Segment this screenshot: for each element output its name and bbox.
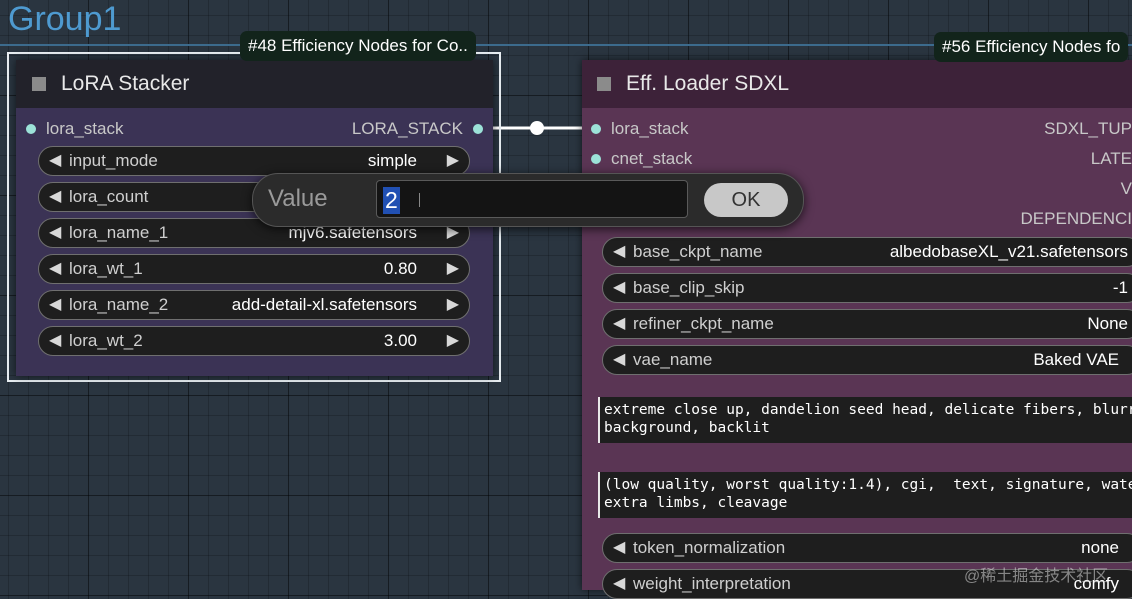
decrement-arrow-icon[interactable]: ◀ — [613, 310, 625, 338]
decrement-arrow-icon[interactable]: ◀ — [613, 346, 625, 374]
value-label: Value — [268, 185, 328, 212]
input-slot-label: lora_stack — [46, 119, 124, 138]
collapse-toggle-icon[interactable] — [597, 77, 611, 91]
increment-arrow-icon[interactable]: ▶ — [447, 291, 459, 319]
widget-value: None — [1087, 314, 1128, 333]
widget-label: weight_interpretation — [633, 574, 791, 593]
positive-prompt-textarea[interactable]: extreme close up, dandelion seed head, d… — [598, 397, 1132, 443]
decrement-arrow-icon[interactable]: ◀ — [613, 570, 625, 598]
value-input-text[interactable]: 2 — [383, 187, 400, 214]
output-slot-label: LORA_STACK — [351, 119, 463, 138]
widget-label: lora_name_1 — [69, 223, 169, 242]
widget-label: base_ckpt_name — [633, 242, 763, 261]
input-slot-icon[interactable] — [591, 124, 601, 134]
decrement-arrow-icon[interactable]: ◀ — [613, 238, 625, 266]
collapse-toggle-icon[interactable] — [32, 77, 46, 91]
widget-label: lora_wt_1 — [69, 259, 143, 278]
input-slot-label: lora_stack — [611, 119, 689, 138]
widget-label: input_mode — [69, 151, 158, 170]
widget-label: token_normalization — [633, 538, 786, 557]
widget-label: base_clip_skip — [633, 278, 745, 297]
widget-token-normalization[interactable]: ◀ token_normalization none — [602, 533, 1132, 563]
widget-value: none — [1081, 538, 1119, 557]
output-slot-label: DEPENDENCI — [1020, 209, 1132, 228]
widget-value: 3.00 — [383, 331, 417, 350]
output-slot-label: LATE — [1090, 149, 1132, 168]
widget-value: simple — [367, 151, 417, 170]
negative-prompt-textarea[interactable]: (low quality, worst quality:1.4), cgi, t… — [598, 472, 1132, 518]
decrement-arrow-icon[interactable]: ◀ — [613, 274, 625, 302]
increment-arrow-icon[interactable]: ▶ — [447, 327, 459, 355]
widget-label: lora_wt_2 — [69, 331, 143, 350]
widget-lora-wt-2[interactable]: ◀ lora_wt_2 3.00 ▶ — [38, 326, 470, 356]
value-prompt-dialog: Value 2 OK — [252, 173, 804, 227]
widget-refiner-ckpt-name[interactable]: ◀ refiner_ckpt_name None — [602, 309, 1132, 339]
widget-label: refiner_ckpt_name — [633, 314, 774, 333]
widget-base-ckpt-name[interactable]: ◀ base_ckpt_name albedobaseXL_v21.safete… — [602, 237, 1132, 267]
widget-label: lora_count — [69, 187, 149, 206]
widget-input-mode[interactable]: ◀ input_mode simple ▶ — [38, 146, 470, 176]
widget-vae-name[interactable]: ◀ vae_name Baked VAE — [602, 345, 1132, 375]
output-slot-label: SDXL_TUP — [1044, 119, 1132, 138]
value-input[interactable]: 2 — [376, 180, 688, 218]
decrement-arrow-icon[interactable]: ◀ — [49, 327, 61, 355]
widget-value: -1 — [1112, 278, 1128, 297]
watermark: @稀土掘金技术社区 — [964, 568, 1109, 585]
input-slot-label: cnet_stack — [611, 149, 693, 168]
decrement-arrow-icon[interactable]: ◀ — [49, 219, 61, 247]
widget-base-clip-skip[interactable]: ◀ base_clip_skip -1 — [602, 273, 1132, 303]
group-title[interactable]: Group1 — [8, 0, 121, 39]
link-midpoint-handle — [530, 121, 544, 135]
widget-value: albedobaseXL_v21.safetensors — [889, 242, 1128, 261]
eff-loader-sdxl-node[interactable]: Eff. Loader SDXL lora_stack SDXL_TUP cne… — [582, 60, 1132, 599]
decrement-arrow-icon[interactable]: ◀ — [49, 255, 61, 283]
output-slot-label: V — [1120, 179, 1132, 198]
ok-button[interactable]: OK — [704, 183, 788, 217]
node-title: LoRA Stacker — [61, 72, 190, 95]
widget-label: vae_name — [633, 350, 713, 369]
increment-arrow-icon[interactable]: ▶ — [447, 147, 459, 175]
lora-stacker-title-bar[interactable]: LoRA Stacker — [16, 60, 493, 108]
decrement-arrow-icon[interactable]: ◀ — [49, 183, 61, 211]
widget-lora-wt-1[interactable]: ◀ lora_wt_1 0.80 ▶ — [38, 254, 470, 284]
widget-lora-name-2[interactable]: ◀ lora_name_2 add-detail-xl.safetensors … — [38, 290, 470, 320]
widget-label: lora_name_2 — [69, 295, 169, 314]
node-title: Eff. Loader SDXL — [626, 72, 790, 95]
input-slot-icon[interactable] — [26, 124, 36, 134]
output-slot-icon[interactable] — [473, 124, 483, 134]
node-badge-48: #48 Efficiency Nodes for Co.. — [240, 31, 476, 61]
decrement-arrow-icon[interactable]: ◀ — [49, 147, 61, 175]
eff-loader-title-bar[interactable]: Eff. Loader SDXL — [582, 60, 1132, 108]
widget-value: add-detail-xl.safetensors — [231, 295, 417, 314]
input-slot-icon[interactable] — [591, 154, 601, 164]
decrement-arrow-icon[interactable]: ◀ — [49, 291, 61, 319]
text-caret — [419, 193, 420, 207]
increment-arrow-icon[interactable]: ▶ — [447, 255, 459, 283]
node-badge-56: #56 Efficiency Nodes fo — [934, 32, 1129, 62]
widget-value: 0.80 — [383, 259, 417, 278]
decrement-arrow-icon[interactable]: ◀ — [613, 534, 625, 562]
widget-value: Baked VAE — [1033, 350, 1119, 369]
